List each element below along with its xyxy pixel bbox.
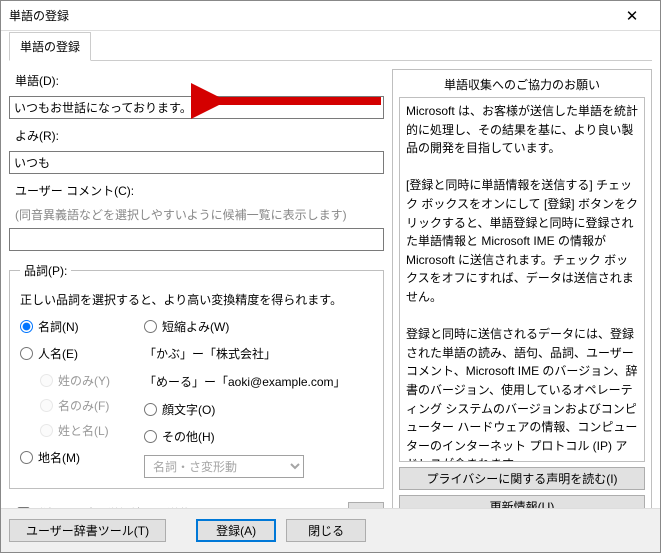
privacy-button[interactable]: プライバシーに関する声明を読む(I) bbox=[399, 467, 645, 490]
titlebar: 単語の登録 ✕ bbox=[1, 1, 660, 31]
pos-legend: 品詞(P): bbox=[20, 262, 71, 279]
tab-word-register[interactable]: 単語の登録 bbox=[9, 32, 91, 61]
word-input[interactable] bbox=[9, 96, 384, 119]
word-label: 単語(D): bbox=[15, 72, 384, 89]
info-textarea[interactable] bbox=[399, 97, 645, 462]
tab-strip: 単語の登録 bbox=[9, 31, 652, 61]
dict-tool-button[interactable]: ユーザー辞書ツール(T) bbox=[9, 519, 166, 542]
reading-label: よみ(R): bbox=[15, 127, 384, 144]
example-1: 「かぶ」ー「株式会社」 bbox=[144, 345, 346, 363]
close-button[interactable]: 閉じる bbox=[286, 519, 366, 542]
pos-note: 正しい品詞を選択すると、より高い変換精度を得られます。 bbox=[20, 291, 373, 308]
right-title: 単語収集へのご協力のお願い bbox=[399, 76, 645, 93]
radio-emoticon[interactable]: 顔文字(O) bbox=[144, 401, 346, 418]
comment-label: ユーザー コメント(C): bbox=[15, 182, 384, 199]
radio-noun[interactable]: 名詞(N) bbox=[20, 318, 110, 335]
comment-hint: (同音異義語などを選択しやすいように候補一覧に表示します) bbox=[9, 206, 384, 223]
reading-input[interactable] bbox=[9, 151, 384, 174]
radio-place[interactable]: 地名(M) bbox=[20, 449, 110, 466]
radio-full-name: 姓と名(L) bbox=[40, 422, 110, 439]
radio-other[interactable]: その他(H) bbox=[144, 428, 346, 445]
register-button[interactable]: 登録(A) bbox=[196, 519, 276, 542]
example-2: 「めーる」ー「aoki@example.com」 bbox=[144, 373, 346, 391]
comment-input[interactable] bbox=[9, 228, 384, 251]
pos-group: 品詞(P): 正しい品詞を選択すると、より高い変換精度を得られます。 名詞(N)… bbox=[9, 262, 384, 489]
radio-person[interactable]: 人名(E) bbox=[20, 345, 110, 362]
footer: ユーザー辞書ツール(T) 登録(A) 閉じる bbox=[1, 508, 660, 552]
radio-given-only: 名のみ(F) bbox=[40, 397, 110, 414]
close-icon[interactable]: ✕ bbox=[612, 7, 652, 25]
window-title: 単語の登録 bbox=[9, 7, 612, 24]
radio-surname-only: 姓のみ(Y) bbox=[40, 372, 110, 389]
subtype-select[interactable]: 名詞・さ変形動 bbox=[144, 455, 304, 478]
radio-short-reading[interactable]: 短縮よみ(W) bbox=[144, 318, 346, 335]
